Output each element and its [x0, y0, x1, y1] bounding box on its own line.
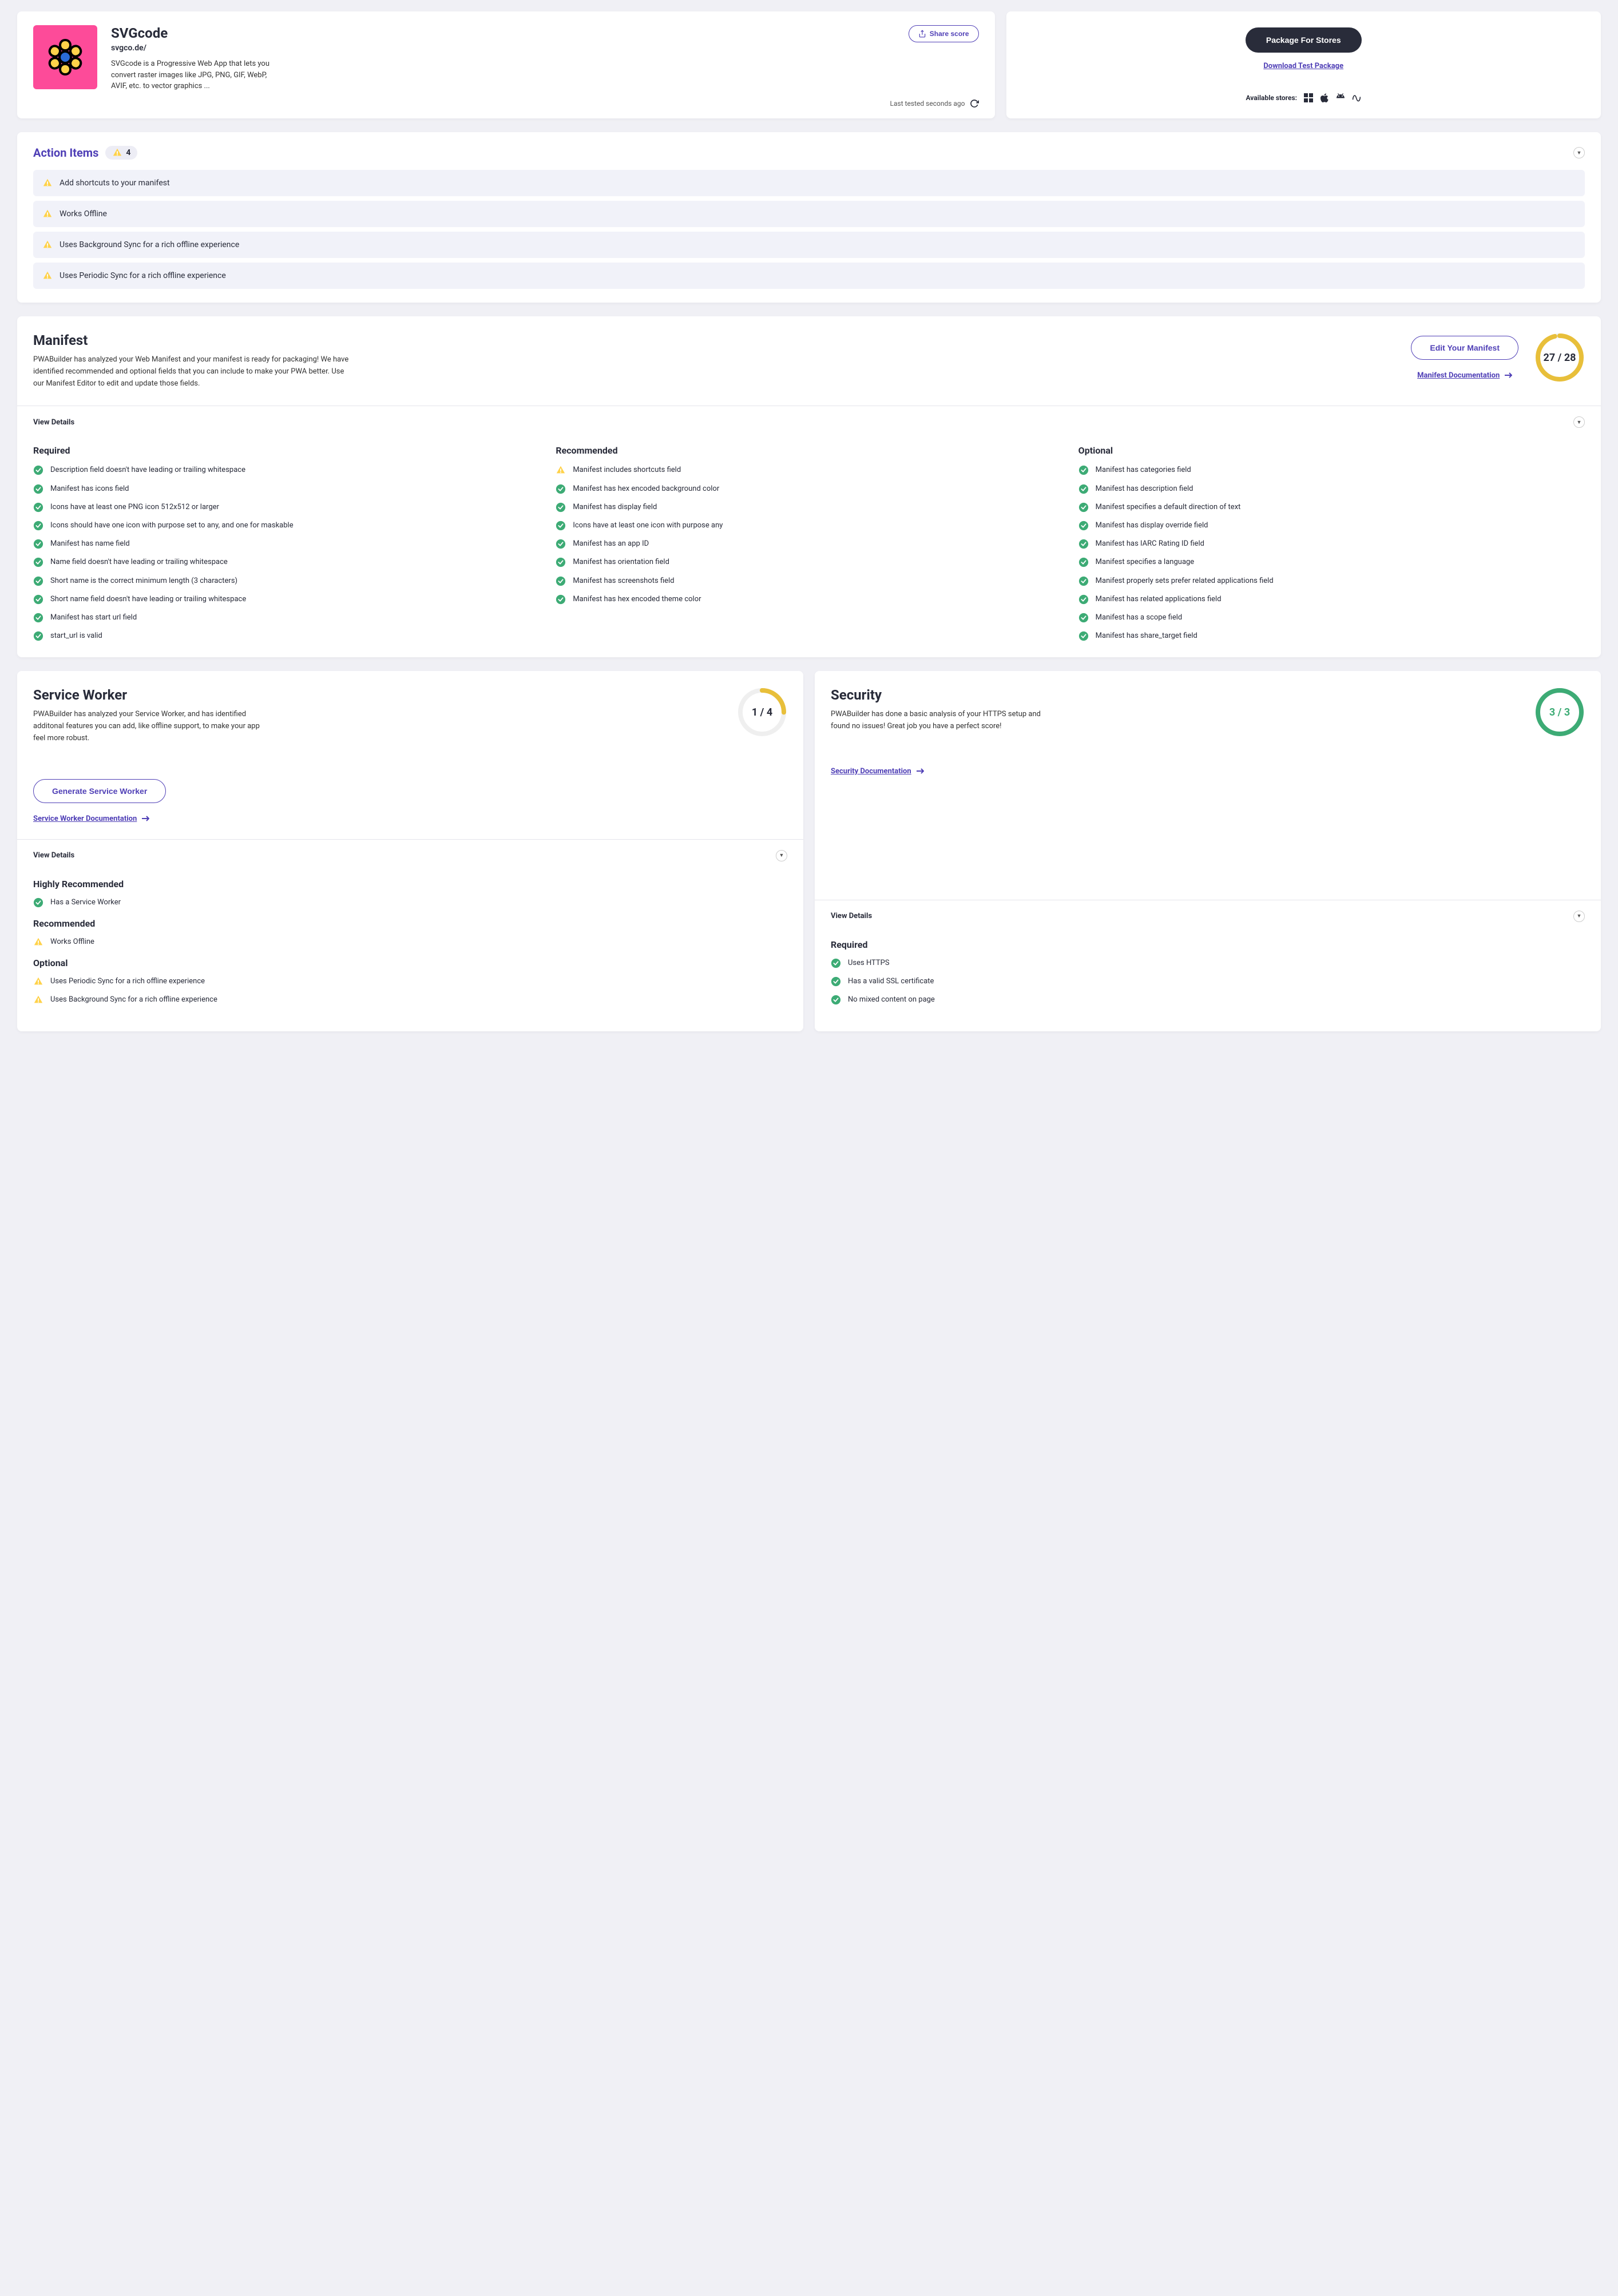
generate-service-worker-button[interactable]: Generate Service Worker: [33, 779, 166, 803]
security-score-ring: 3 / 3: [1534, 687, 1585, 737]
manifest-description: PWABuilder has analyzed your Web Manifes…: [33, 354, 354, 390]
action-item[interactable]: Uses Periodic Sync for a rich offline ex…: [33, 263, 1585, 289]
check-item: Has a Service Worker: [33, 897, 787, 908]
sw-view-details-toggle[interactable]: View Details ▼: [17, 839, 803, 872]
service-worker-title: Service Worker: [33, 687, 725, 703]
service-worker-card: Service Worker PWABuilder has analyzed y…: [17, 671, 803, 1031]
check-item: start_url is valid: [33, 631, 540, 641]
action-item[interactable]: Uses Background Sync for a rich offline …: [33, 232, 1585, 258]
flower-icon: [42, 34, 88, 80]
check-item: Manifest specifies a language: [1078, 557, 1585, 567]
check-item: Uses Periodic Sync for a rich offline ex…: [33, 976, 787, 987]
check-item: Manifest has related applications field: [1078, 594, 1585, 605]
meta-icon: [1352, 93, 1361, 102]
check-item: Uses HTTPS: [831, 958, 1585, 968]
action-items-title: Action Items 4: [33, 146, 137, 160]
check-item: Manifest has an app ID: [556, 539, 1062, 549]
highly-recommended-heading: Highly Recommended: [33, 879, 787, 889]
check-item: Manifest has display field: [556, 502, 1062, 513]
check-item: Manifest specifies a default direction o…: [1078, 502, 1585, 513]
last-tested-text: Last tested seconds ago: [890, 100, 965, 108]
manifest-doc-link[interactable]: Manifest Documentation: [1417, 371, 1512, 380]
check-item: Description field doesn't have leading o…: [33, 465, 540, 475]
check-item: Manifest includes shortcuts field: [556, 465, 1062, 475]
manifest-title: Manifest: [33, 332, 1395, 348]
optional-heading: Optional: [1078, 445, 1585, 456]
check-item: Works Offline: [33, 937, 787, 947]
security-view-details-toggle[interactable]: View Details ▼: [815, 900, 1601, 932]
check-item: Manifest has description field: [1078, 484, 1585, 494]
recommended-heading: Recommended: [556, 445, 1062, 456]
service-worker-description: PWABuilder has analyzed your Service Wor…: [33, 709, 262, 744]
check-item: Manifest properly sets prefer related ap…: [1078, 576, 1585, 586]
arrow-right-icon: [1504, 372, 1512, 378]
windows-icon: [1304, 93, 1313, 102]
manifest-card: Manifest PWABuilder has analyzed your We…: [17, 316, 1601, 657]
share-icon: [918, 30, 926, 38]
required-heading: Required: [831, 939, 1585, 950]
check-item: Uses Background Sync for a rich offline …: [33, 995, 787, 1005]
apple-icon: [1320, 93, 1329, 102]
action-item[interactable]: Add shortcuts to your manifest: [33, 170, 1585, 196]
check-item: Manifest has a scope field: [1078, 613, 1585, 623]
check-item: Icons have at least one PNG icon 512x512…: [33, 502, 540, 513]
recommended-heading: Recommended: [33, 918, 787, 929]
manifest-score-ring: 27 / 28: [1534, 332, 1585, 383]
required-heading: Required: [33, 445, 540, 456]
check-item: Manifest has name field: [33, 539, 540, 549]
app-title: SVGcode: [111, 25, 895, 41]
check-item: Manifest has display override field: [1078, 521, 1585, 531]
check-item: Short name field doesn't have leading or…: [33, 594, 540, 605]
check-item: Manifest has share_target field: [1078, 631, 1585, 641]
security-description: PWABuilder has done a basic analysis of …: [831, 709, 1060, 733]
available-stores-label: Available stores:: [1246, 94, 1298, 102]
service-worker-doc-link[interactable]: Service Worker Documentation: [33, 815, 725, 823]
security-card: Security PWABuilder has done a basic ana…: [815, 671, 1601, 1031]
check-item: Manifest has screenshots field: [556, 576, 1062, 586]
optional-heading: Optional: [33, 958, 787, 968]
android-icon: [1336, 93, 1345, 102]
warning-icon: [112, 148, 122, 158]
refresh-icon[interactable]: [970, 99, 979, 108]
sw-score-ring: 1 / 4: [737, 687, 787, 737]
collapse-toggle[interactable]: ▼: [1573, 147, 1585, 158]
chevron-down-icon: ▼: [776, 850, 787, 861]
action-items-card: Action Items 4 ▼ Add shortcuts to your m…: [17, 132, 1601, 303]
app-description: SVGcode is a Progressive Web App that le…: [111, 58, 283, 92]
check-item: Has a valid SSL certificate: [831, 976, 1585, 987]
arrow-right-icon: [916, 768, 924, 774]
check-item: Manifest has hex encoded background colo…: [556, 484, 1062, 494]
share-score-button[interactable]: Share score: [909, 25, 979, 42]
check-item: Manifest has orientation field: [556, 557, 1062, 567]
check-item: Manifest has categories field: [1078, 465, 1585, 475]
package-card: Package For Stores Download Test Package…: [1006, 11, 1601, 118]
security-doc-link[interactable]: Security Documentation: [831, 767, 1523, 776]
download-test-package-link[interactable]: Download Test Package: [1263, 62, 1343, 70]
manifest-view-details-toggle[interactable]: View Details ▼: [17, 406, 1601, 438]
app-header-card: SVGcode svgco.de/ SVGcode is a Progressi…: [17, 11, 995, 118]
check-item: Short name is the correct minimum length…: [33, 576, 540, 586]
package-for-stores-button[interactable]: Package For Stores: [1246, 27, 1362, 53]
app-url: svgco.de/: [111, 43, 895, 53]
check-item: Name field doesn't have leading or trail…: [33, 557, 540, 567]
chevron-down-icon: ▼: [1573, 416, 1585, 428]
chevron-down-icon: ▼: [1573, 911, 1585, 922]
check-item: Icons should have one icon with purpose …: [33, 521, 540, 531]
action-item[interactable]: Works Offline: [33, 201, 1585, 227]
arrow-right-icon: [141, 816, 149, 821]
app-icon: [33, 25, 97, 89]
check-item: Manifest has hex encoded theme color: [556, 594, 1062, 605]
check-item: Icons have at least one icon with purpos…: [556, 521, 1062, 531]
check-item: Manifest has IARC Rating ID field: [1078, 539, 1585, 549]
check-item: Manifest has icons field: [33, 484, 540, 494]
edit-manifest-button[interactable]: Edit Your Manifest: [1411, 336, 1518, 360]
check-item: Manifest has start url field: [33, 613, 540, 623]
check-item: No mixed content on page: [831, 995, 1585, 1005]
action-items-count-badge: 4: [105, 146, 137, 160]
security-title: Security: [831, 687, 1523, 703]
